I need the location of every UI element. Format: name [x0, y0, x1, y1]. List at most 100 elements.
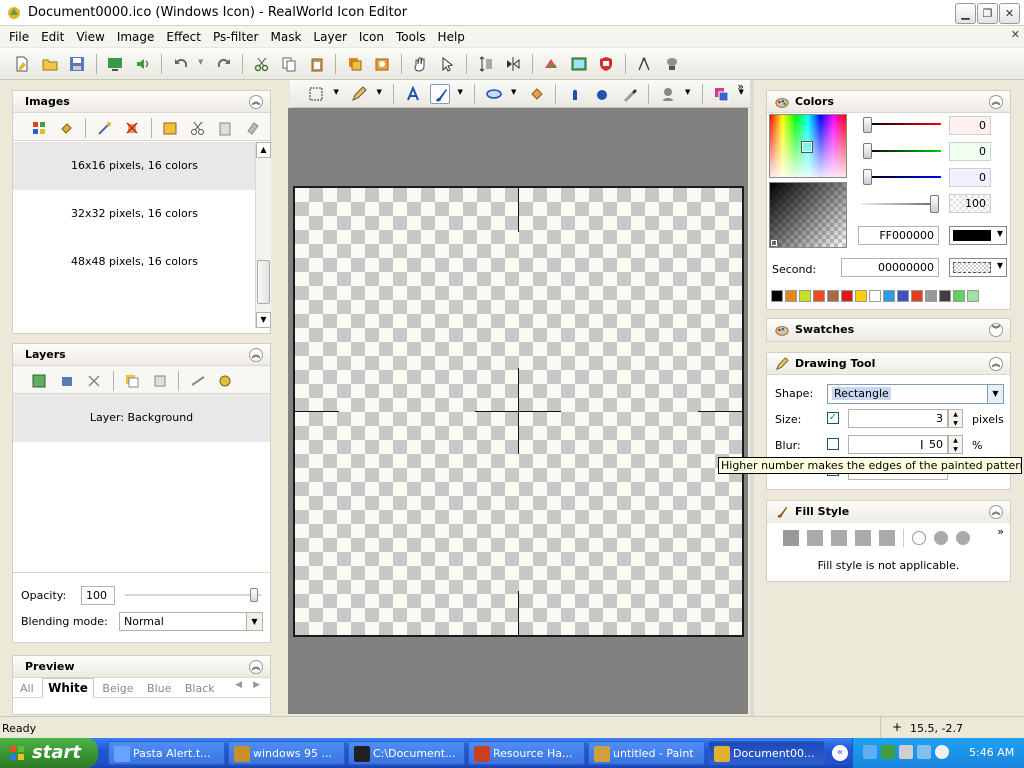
paste-button[interactable]	[307, 54, 327, 74]
merge-layer-button[interactable]	[150, 371, 170, 391]
menu-edit[interactable]: Edit	[35, 27, 70, 47]
stamp-button[interactable]	[662, 54, 682, 74]
alpha-slider[interactable]	[861, 203, 937, 205]
undo-dropdown[interactable]: ▼	[198, 54, 206, 74]
opacity-slider[interactable]	[125, 594, 261, 596]
chevron-down-icon[interactable]: ▼	[997, 261, 1003, 270]
taskbar-item-pasta-alert[interactable]: Pasta Alert.t...	[108, 741, 225, 765]
opacity-slider-thumb[interactable]	[250, 588, 258, 602]
menu-image[interactable]: Image	[111, 27, 161, 47]
mask-button[interactable]	[596, 54, 616, 74]
splitter[interactable]	[282, 80, 288, 716]
flip-button[interactable]	[503, 54, 523, 74]
fill-circle-soft-icon[interactable]	[956, 531, 970, 545]
chevron-up-icon[interactable]: ▲	[949, 410, 962, 419]
selection-tool-button[interactable]	[306, 84, 326, 104]
tab-all[interactable]: All	[15, 679, 39, 699]
selection-dropdown[interactable]: ▼	[334, 84, 342, 104]
swatches-panel-header[interactable]: Swatches ︾	[767, 319, 1010, 341]
cut-button[interactable]	[252, 54, 272, 74]
size-input[interactable]: 3	[848, 409, 948, 428]
palette-swatch[interactable]	[869, 290, 881, 302]
chevron-down-icon[interactable]: ▼	[997, 229, 1003, 238]
second-hex-input[interactable]: 00000000	[841, 258, 939, 277]
tray-expand-icon[interactable]: «	[832, 745, 848, 761]
resize-button[interactable]	[476, 54, 496, 74]
list-item[interactable]: 32x32 pixels, 16 colors	[13, 190, 256, 238]
taskbar-item-documents[interactable]: C:\Document...	[348, 741, 465, 765]
icon-canvas[interactable]	[293, 186, 744, 637]
volume-icon[interactable]	[935, 745, 949, 759]
resources-button[interactable]	[345, 54, 365, 74]
start-button[interactable]: start	[0, 738, 98, 768]
minimize-button[interactable]: ▁	[955, 3, 976, 24]
blue-input[interactable]: 0	[949, 168, 991, 187]
image-clear-button[interactable]	[243, 118, 263, 138]
opacity-input[interactable]: 100	[81, 586, 115, 605]
collapse-colors-button[interactable]: ︽	[989, 95, 1003, 109]
fill-pattern-icon[interactable]	[855, 530, 871, 546]
blur-tool-button[interactable]	[592, 84, 612, 104]
taskbar-item-windows95[interactable]: windows 95 ...	[228, 741, 345, 765]
collapse-fill-style-button[interactable]: ︽	[989, 505, 1003, 519]
duplicate-layer-button[interactable]	[122, 371, 142, 391]
blur-checkbox[interactable]	[827, 438, 839, 450]
green-input[interactable]: 0	[949, 142, 991, 161]
palette-swatch[interactable]	[925, 290, 937, 302]
package-button[interactable]	[372, 54, 392, 74]
new-button[interactable]	[12, 54, 32, 74]
palette-swatch[interactable]	[967, 290, 979, 302]
pencil-tool-button[interactable]	[349, 84, 369, 104]
shape-select[interactable]: Rectangle ▼	[827, 384, 1004, 404]
blue-slider[interactable]	[865, 176, 941, 178]
menu-effect[interactable]: Effect	[160, 27, 207, 47]
list-item[interactable]: Layer: Background	[13, 394, 270, 442]
palette-swatch[interactable]	[827, 290, 839, 302]
eyedropper-tool-button[interactable]	[620, 84, 640, 104]
open-button[interactable]	[40, 54, 60, 74]
collapse-preview-button[interactable]: ︽	[249, 660, 263, 674]
image-button[interactable]	[569, 54, 589, 74]
image-copy-button[interactable]	[160, 118, 180, 138]
list-item[interactable]: 16x16 pixels, 16 colors	[13, 142, 256, 190]
ellipse-tool-button[interactable]	[484, 84, 504, 104]
display-icon[interactable]	[917, 745, 931, 759]
layer-style-button[interactable]	[215, 371, 235, 391]
brush-tool-button[interactable]	[430, 84, 450, 104]
tab-beige[interactable]: Beige	[97, 679, 138, 699]
effect-dropdown[interactable]: ▼	[685, 84, 693, 104]
taskbar-item-icon-editor[interactable]: Document00...	[708, 741, 825, 765]
collapse-images-button[interactable]: ︽	[249, 95, 263, 109]
hue-picker[interactable]	[769, 114, 847, 178]
image-cut-button[interactable]	[188, 118, 208, 138]
fill-hatch-icon[interactable]	[807, 530, 823, 546]
menu-help[interactable]: Help	[432, 27, 471, 47]
green-slider[interactable]	[865, 150, 941, 152]
menu-tools[interactable]: Tools	[390, 27, 432, 47]
fill-texture-icon[interactable]	[879, 530, 895, 546]
delete-layer-button[interactable]	[84, 371, 104, 391]
scroll-thumb[interactable]	[257, 260, 270, 304]
menu-file[interactable]: File	[3, 27, 35, 47]
palette-swatch[interactable]	[771, 290, 783, 302]
collapse-layers-button[interactable]: ︽	[249, 348, 263, 362]
hue-picker-cursor[interactable]	[802, 142, 812, 152]
scroll-down-icon[interactable]: ▼	[256, 312, 271, 328]
expand-swatches-button[interactable]: ︾	[989, 323, 1003, 337]
layer-move-button[interactable]	[188, 371, 208, 391]
brush-dropdown[interactable]: ▼	[458, 84, 466, 104]
device-icon[interactable]	[899, 745, 913, 759]
network-icon[interactable]	[863, 745, 877, 759]
image-style-button[interactable]	[57, 118, 77, 138]
fill-gradient-icon[interactable]	[831, 530, 847, 546]
alpha-picker-cursor[interactable]	[771, 240, 777, 246]
close-button[interactable]: ✕	[999, 3, 1020, 24]
size-spinner[interactable]: ▲ ▼	[948, 409, 963, 428]
blur-input[interactable]: 50	[848, 435, 948, 454]
select-pointer-button[interactable]	[438, 54, 458, 74]
chevron-up-icon[interactable]: ▲	[949, 436, 962, 445]
fill-overflow-icon[interactable]: »	[997, 525, 1004, 538]
palette-swatch[interactable]	[897, 290, 909, 302]
palette-swatch[interactable]	[813, 290, 825, 302]
tab-black[interactable]: Black	[180, 679, 220, 699]
